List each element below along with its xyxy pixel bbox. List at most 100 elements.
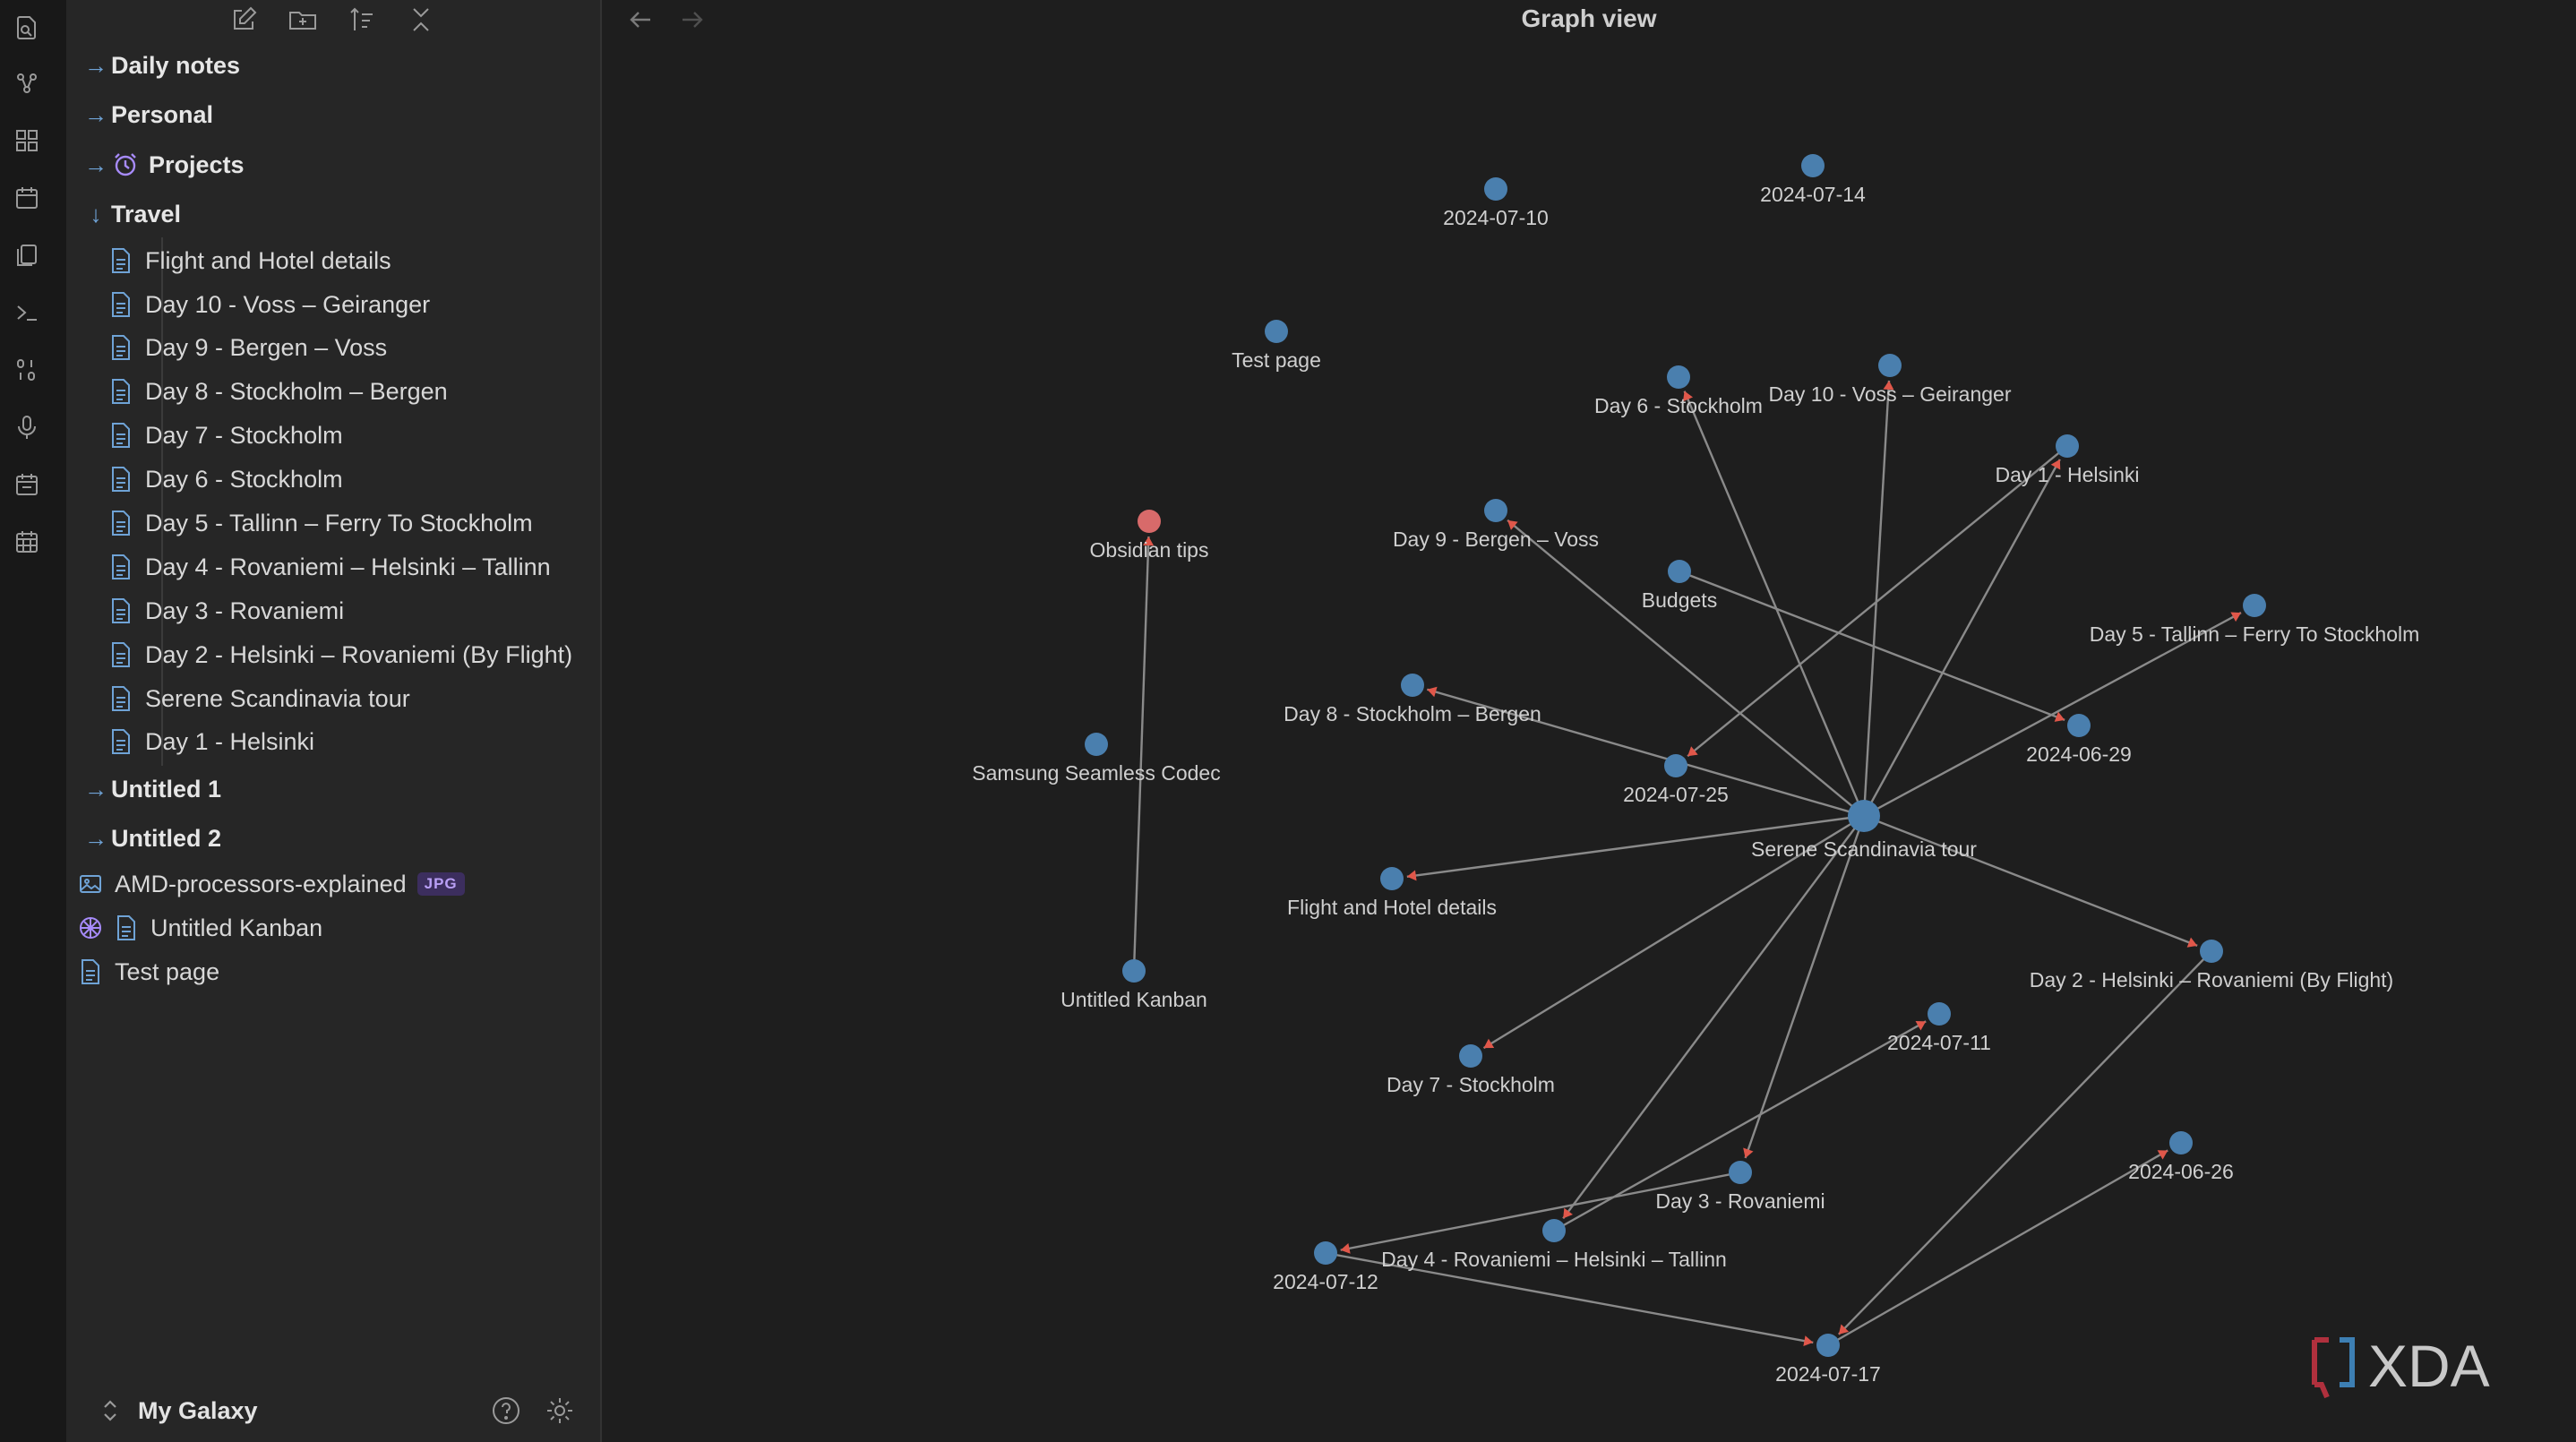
xda-watermark-text: XDA xyxy=(2368,1333,2490,1399)
graph-node-label: 2024-07-25 xyxy=(1623,783,1729,806)
file-day-3[interactable]: Day 3 - Rovaniemi xyxy=(109,590,593,631)
calendar-check-icon[interactable] xyxy=(13,471,40,498)
search-icon[interactable] xyxy=(13,14,40,41)
graph-node-day5[interactable] xyxy=(2243,594,2266,617)
graph-node-n0717[interactable] xyxy=(1816,1334,1840,1357)
vault-switcher[interactable]: My Galaxy xyxy=(66,1379,600,1442)
folder-untitled-2[interactable]: → Untitled 2 xyxy=(81,816,582,861)
microphone-icon[interactable] xyxy=(13,414,40,441)
file-amd-processors-explained[interactable]: AMD-processors-explained JPG xyxy=(79,863,562,905)
chevron-up-down-icon xyxy=(97,1397,124,1424)
file-day-10[interactable]: Day 10 - Voss – Geiranger xyxy=(109,284,593,325)
graph-node-label: Day 3 - Rovaniemi xyxy=(1655,1189,1825,1213)
file-day-8[interactable]: Day 8 - Stockholm – Bergen xyxy=(109,371,593,412)
folder-personal[interactable]: → Personal xyxy=(81,92,582,137)
graph-node-label: 2024-07-12 xyxy=(1273,1270,1378,1293)
graph-node-testpage[interactable] xyxy=(1265,320,1288,343)
file-label: Day 9 - Bergen – Voss xyxy=(145,333,388,361)
file-icon xyxy=(109,466,136,493)
graph-node-label: Day 10 - Voss – Geiranger xyxy=(1768,382,2011,406)
file-day-1[interactable]: Day 1 - Helsinki xyxy=(109,721,593,762)
file-day-7[interactable]: Day 7 - Stockholm xyxy=(109,415,593,456)
binary-icon[interactable] xyxy=(13,356,40,383)
file-serene-scandinavia-tour[interactable]: Serene Scandinavia tour xyxy=(109,678,593,719)
vault-name: My Galaxy xyxy=(138,1396,258,1424)
file-day-6[interactable]: Day 6 - Stockholm xyxy=(109,459,593,500)
graph-node-day10[interactable] xyxy=(1878,354,1902,377)
graph-node-day6[interactable] xyxy=(1667,365,1690,389)
graph-node-label: Samsung Seamless Codec xyxy=(972,761,1220,785)
graph-node-label: Day 7 - Stockholm xyxy=(1387,1073,1555,1096)
graph-view-pane[interactable]: Graph view 2024-07-10 2024-07-14 Test page… xyxy=(602,0,2576,1442)
file-label: Flight and Hotel details xyxy=(145,246,391,274)
file-label: Untitled Kanban xyxy=(150,914,323,941)
file-day-5[interactable]: Day 5 - Tallinn – Ferry To Stockholm xyxy=(109,502,593,544)
file-icon xyxy=(109,422,136,449)
graph-edge xyxy=(1862,380,1891,817)
graph-node-n0725[interactable] xyxy=(1664,754,1687,777)
graph-icon[interactable] xyxy=(13,70,40,97)
graph-node-label: Budgets xyxy=(1642,588,1717,612)
collapse-icon[interactable] xyxy=(405,4,437,36)
graph-node-serene[interactable] xyxy=(1848,800,1880,832)
graph-node-day1[interactable] xyxy=(2056,434,2079,458)
graph-node-day8[interactable] xyxy=(1401,674,1424,697)
graph-node-n0710[interactable] xyxy=(1484,177,1507,201)
calendar-icon[interactable] xyxy=(13,185,40,211)
image-icon xyxy=(79,871,106,897)
file-type-badge: JPG xyxy=(416,872,465,896)
graph-node-label: 2024-06-29 xyxy=(2026,742,2132,766)
file-flight-and-hotel-details[interactable]: Flight and Hotel details xyxy=(109,240,593,281)
file-icon xyxy=(109,334,136,361)
graph-node-n0711[interactable] xyxy=(1928,1002,1951,1026)
graph-node-label: 2024-07-14 xyxy=(1760,183,1866,206)
graph-edge xyxy=(1837,950,2212,1335)
graph-node-n0629[interactable] xyxy=(2067,714,2091,737)
terminal-icon[interactable] xyxy=(13,299,40,326)
graph-node-day7[interactable] xyxy=(1459,1044,1482,1068)
graph-node-n0712[interactable] xyxy=(1314,1241,1337,1265)
file-icon xyxy=(79,958,106,985)
files-icon[interactable] xyxy=(13,242,40,269)
kanban-icon xyxy=(79,914,106,941)
folder-untitled-1[interactable]: → Untitled 1 xyxy=(81,767,582,811)
sort-icon[interactable] xyxy=(346,4,378,36)
graph-canvas[interactable]: 2024-07-10 2024-07-14 Test page Day 6 - Sto… xyxy=(602,0,2576,1442)
file-icon xyxy=(109,685,136,712)
folder-travel[interactable]: ↓ Travel xyxy=(81,192,582,236)
file-explorer: → Daily notes → Personal → Projects ↓ Tr… xyxy=(66,0,602,1442)
chevron-right-icon: → xyxy=(84,100,107,128)
chevron-right-icon: → xyxy=(84,150,107,178)
grid-icon[interactable] xyxy=(13,127,40,154)
file-day-2[interactable]: Day 2 - Helsinki – Rovaniemi (By Flight) xyxy=(109,634,593,675)
graph-node-budgets[interactable] xyxy=(1668,560,1691,583)
graph-edge xyxy=(1679,570,2065,722)
alarm-clock-icon xyxy=(111,150,140,179)
folder-daily-notes[interactable]: → Daily notes xyxy=(81,43,582,88)
file-untitled-kanban[interactable]: Untitled Kanban xyxy=(79,907,562,948)
file-test-page[interactable]: Test page xyxy=(79,951,562,992)
new-note-icon[interactable] xyxy=(228,4,260,36)
graph-node-obsidian[interactable] xyxy=(1138,510,1161,533)
graph-node-flight[interactable] xyxy=(1380,867,1404,890)
calendar-grid-icon[interactable] xyxy=(13,528,40,555)
gear-icon[interactable] xyxy=(545,1395,575,1426)
explorer-toolbar xyxy=(66,0,600,39)
graph-node-day3[interactable] xyxy=(1729,1161,1752,1184)
graph-node-label: Obsidian tips xyxy=(1090,538,1209,562)
graph-node-day9[interactable] xyxy=(1484,499,1507,522)
file-label: Day 3 - Rovaniemi xyxy=(145,597,345,624)
file-icon xyxy=(109,378,136,405)
graph-node-n0626[interactable] xyxy=(2169,1131,2193,1154)
graph-node-day2[interactable] xyxy=(2200,940,2223,963)
file-day-4[interactable]: Day 4 - Rovaniemi – Helsinki – Tallinn xyxy=(109,546,593,588)
graph-node-n0714[interactable] xyxy=(1801,154,1825,177)
file-day-9[interactable]: Day 9 - Bergen – Voss xyxy=(109,327,593,368)
folder-label: Travel xyxy=(111,200,182,227)
new-folder-icon[interactable] xyxy=(287,4,319,36)
graph-node-kanban[interactable] xyxy=(1122,959,1146,983)
graph-node-samsung[interactable] xyxy=(1085,733,1108,756)
graph-node-day4[interactable] xyxy=(1542,1219,1566,1242)
help-icon[interactable] xyxy=(491,1395,521,1426)
folder-projects[interactable]: → Projects xyxy=(81,142,582,187)
